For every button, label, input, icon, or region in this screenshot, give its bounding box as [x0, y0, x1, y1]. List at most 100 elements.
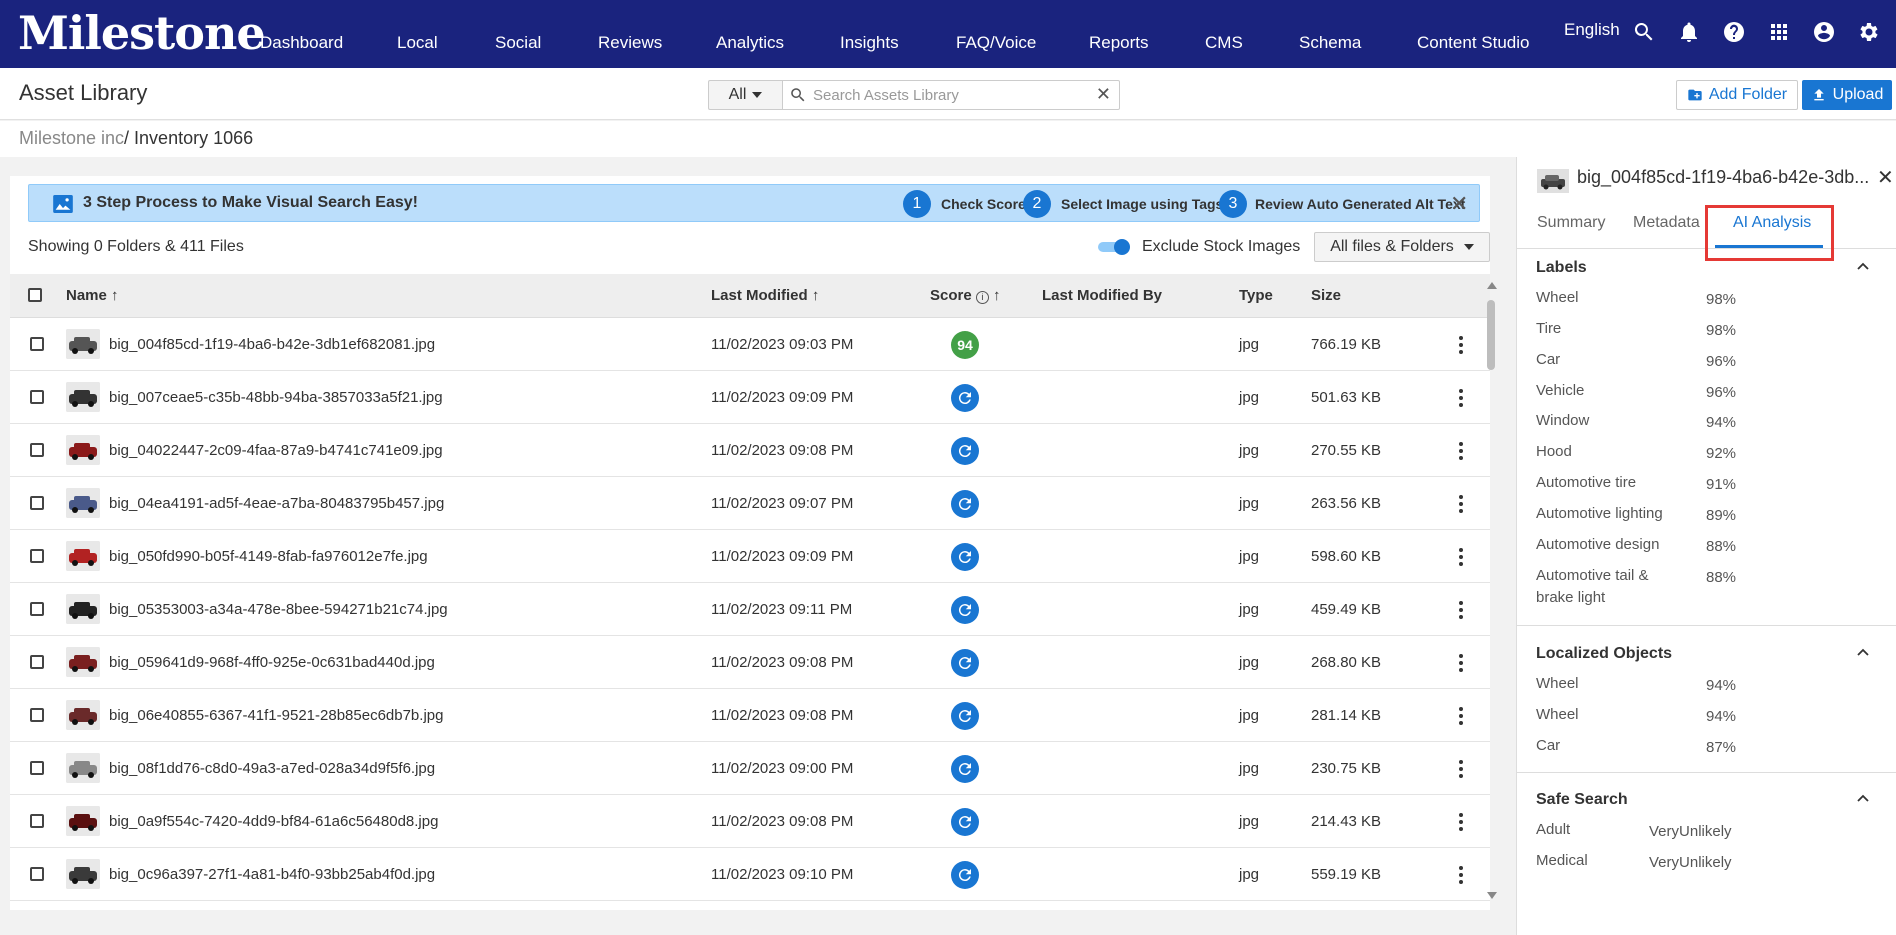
row-checkbox[interactable]: [30, 496, 44, 510]
table-row[interactable]: big_04ea4191-ad5f-4eae-a7ba-80483795b457…: [10, 477, 1490, 530]
table-row[interactable]: big_06e40855-6367-41f1-9521-28b85ec6db7b…: [10, 689, 1490, 742]
asset-thumbnail[interactable]: [66, 700, 100, 730]
kebab-menu-icon[interactable]: [1458, 442, 1464, 460]
refresh-icon[interactable]: [951, 649, 979, 677]
nav-schema[interactable]: Schema: [1299, 33, 1361, 53]
table-row[interactable]: big_004f85cd-1f19-4ba6-b42e-3db1ef682081…: [10, 318, 1490, 371]
exclude-stock-toggle[interactable]: [1098, 239, 1130, 255]
kebab-menu-icon[interactable]: [1458, 813, 1464, 831]
file-name[interactable]: big_05353003-a34a-478e-8bee-594271b21c74…: [109, 601, 448, 618]
file-name[interactable]: big_06e40855-6367-41f1-9521-28b85ec6db7b…: [109, 707, 443, 724]
nav-cms[interactable]: CMS: [1205, 33, 1243, 53]
table-scrollbar[interactable]: [1484, 276, 1498, 906]
column-score[interactable]: Score i ↑: [930, 287, 1001, 304]
asset-type-filter[interactable]: All: [708, 80, 782, 110]
refresh-icon[interactable]: [951, 755, 979, 783]
asset-thumbnail[interactable]: [66, 647, 100, 677]
row-checkbox[interactable]: [30, 867, 44, 881]
chevron-up-icon[interactable]: [1857, 793, 1869, 805]
tab-metadata[interactable]: Metadata: [1633, 214, 1700, 232]
bell-icon[interactable]: [1675, 18, 1703, 46]
refresh-icon[interactable]: [951, 490, 979, 518]
asset-thumbnail[interactable]: [66, 859, 100, 889]
score-badge[interactable]: 94: [951, 331, 979, 359]
row-checkbox[interactable]: [30, 655, 44, 669]
column-name[interactable]: Name ↑: [66, 287, 119, 304]
nav-content-studio[interactable]: Content Studio: [1417, 33, 1529, 53]
row-checkbox[interactable]: [30, 337, 44, 351]
search-input[interactable]: [813, 86, 1083, 104]
column-last-modified[interactable]: Last Modified ↑: [711, 287, 819, 304]
refresh-icon[interactable]: [951, 702, 979, 730]
add-folder-button[interactable]: Add Folder: [1676, 80, 1798, 110]
file-name[interactable]: big_004f85cd-1f19-4ba6-b42e-3db1ef682081…: [109, 336, 435, 353]
table-row[interactable]: big_050fd990-b05f-4149-8fab-fa976012e7fe…: [10, 530, 1490, 583]
refresh-icon[interactable]: [951, 861, 979, 889]
help-icon[interactable]: [1720, 18, 1748, 46]
table-row[interactable]: big_04022447-2c09-4faa-87a9-b4741c741e09…: [10, 424, 1490, 477]
file-name[interactable]: big_059641d9-968f-4ff0-925e-0c631bad440d…: [109, 654, 435, 671]
close-icon[interactable]: ✕: [1877, 165, 1894, 190]
asset-thumbnail[interactable]: [66, 488, 100, 518]
table-row[interactable]: big_08f1dd76-c8d0-49a3-a7ed-028a34d9f5f6…: [10, 742, 1490, 795]
chevron-up-icon[interactable]: [1857, 647, 1869, 659]
asset-thumbnail[interactable]: [66, 594, 100, 624]
scroll-down-arrow[interactable]: [1487, 892, 1497, 899]
breadcrumb-root[interactable]: Milestone inc: [19, 128, 124, 148]
asset-thumbnail[interactable]: [66, 541, 100, 571]
row-checkbox[interactable]: [30, 814, 44, 828]
gear-icon[interactable]: [1855, 18, 1883, 46]
chevron-up-icon[interactable]: [1857, 261, 1869, 273]
language-selector[interactable]: English: [1564, 20, 1620, 40]
refresh-icon[interactable]: [951, 808, 979, 836]
file-name[interactable]: big_050fd990-b05f-4149-8fab-fa976012e7fe…: [109, 548, 428, 565]
row-checkbox[interactable]: [30, 549, 44, 563]
nav-local[interactable]: Local: [397, 33, 438, 53]
table-row[interactable]: big_059641d9-968f-4ff0-925e-0c631bad440d…: [10, 636, 1490, 689]
asset-thumbnail[interactable]: [66, 435, 100, 465]
table-row[interactable]: big_05353003-a34a-478e-8bee-594271b21c74…: [10, 583, 1490, 636]
account-icon[interactable]: [1810, 18, 1838, 46]
row-checkbox[interactable]: [30, 761, 44, 775]
asset-thumbnail[interactable]: [66, 806, 100, 836]
asset-thumbnail[interactable]: [66, 382, 100, 412]
refresh-icon[interactable]: [951, 596, 979, 624]
nav-analytics[interactable]: Analytics: [716, 33, 784, 53]
scroll-up-arrow[interactable]: [1487, 282, 1497, 289]
nav-insights[interactable]: Insights: [840, 33, 899, 53]
kebab-menu-icon[interactable]: [1458, 336, 1464, 354]
file-name[interactable]: big_0a9f554c-7420-4dd9-bf84-61a6c56480d8…: [109, 813, 438, 830]
row-checkbox[interactable]: [30, 443, 44, 457]
refresh-icon[interactable]: [951, 384, 979, 412]
kebab-menu-icon[interactable]: [1458, 654, 1464, 672]
kebab-menu-icon[interactable]: [1458, 707, 1464, 725]
select-all-checkbox[interactable]: [28, 288, 42, 302]
refresh-icon[interactable]: [951, 543, 979, 571]
close-icon[interactable]: ✕: [1450, 191, 1468, 217]
search-icon[interactable]: [1630, 18, 1658, 46]
table-row[interactable]: big_0c96a397-27f1-4a81-b4f0-93bb25ab4f0d…: [10, 848, 1490, 901]
files-folders-filter[interactable]: All files & Folders: [1314, 232, 1490, 262]
clear-search-icon[interactable]: ✕: [1096, 84, 1111, 105]
refresh-icon[interactable]: [951, 437, 979, 465]
tab-summary[interactable]: Summary: [1537, 214, 1605, 232]
kebab-menu-icon[interactable]: [1458, 389, 1464, 407]
apps-grid-icon[interactable]: [1765, 18, 1793, 46]
scroll-thumb[interactable]: [1487, 300, 1495, 370]
nav-social[interactable]: Social: [495, 33, 541, 53]
row-checkbox[interactable]: [30, 602, 44, 616]
kebab-menu-icon[interactable]: [1458, 866, 1464, 884]
file-name[interactable]: big_04ea4191-ad5f-4eae-a7ba-80483795b457…: [109, 495, 444, 512]
file-name[interactable]: big_007ceae5-c35b-48bb-94ba-3857033a5f21…: [109, 389, 443, 406]
table-row[interactable]: big_007ceae5-c35b-48bb-94ba-3857033a5f21…: [10, 371, 1490, 424]
info-icon[interactable]: i: [975, 291, 989, 304]
nav-reports[interactable]: Reports: [1089, 33, 1149, 53]
row-checkbox[interactable]: [30, 390, 44, 404]
nav-dashboard[interactable]: Dashboard: [260, 33, 343, 53]
file-name[interactable]: big_08f1dd76-c8d0-49a3-a7ed-028a34d9f5f6…: [109, 760, 435, 777]
kebab-menu-icon[interactable]: [1458, 495, 1464, 513]
asset-thumbnail[interactable]: [66, 753, 100, 783]
file-name[interactable]: big_0c96a397-27f1-4a81-b4f0-93bb25ab4f0d…: [109, 866, 435, 883]
table-row[interactable]: big_0a9f554c-7420-4dd9-bf84-61a6c56480d8…: [10, 795, 1490, 848]
upload-button[interactable]: Upload: [1802, 80, 1892, 110]
